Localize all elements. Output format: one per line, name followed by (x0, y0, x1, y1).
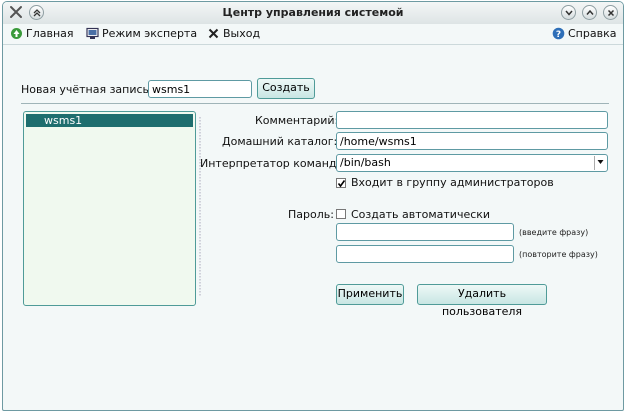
close-icon (607, 9, 615, 17)
menu-exit[interactable]: Выход (207, 27, 261, 42)
shell-value: /bin/bash (340, 156, 391, 169)
svg-text:?: ? (556, 30, 561, 40)
list-item[interactable]: wsms1 (26, 114, 193, 127)
chevron-down-icon (565, 10, 573, 16)
comment-label: Комментарий: (255, 114, 339, 127)
home-icon (11, 28, 22, 39)
title-bar: Центр управления системой (3, 2, 623, 25)
menu-exit-label: Выход (223, 27, 261, 40)
auto-create-label: Создать автоматически (351, 208, 491, 221)
chevron-up-icon (586, 9, 594, 15)
new-account-label: Новая учётная запись: (21, 83, 153, 96)
delete-user-button[interactable]: Удалить пользователя (417, 284, 547, 318)
new-account-input[interactable] (148, 80, 252, 98)
create-button[interactable]: Создать (257, 78, 315, 99)
menu-help[interactable]: ? Справка (552, 27, 616, 42)
home-dir-field[interactable] (336, 132, 608, 150)
minimize-button[interactable] (561, 5, 576, 20)
password-label: Пароль: (288, 208, 334, 221)
auto-create-checkbox[interactable] (336, 209, 346, 219)
menu-home-label: Главная (26, 27, 74, 40)
password-field[interactable] (336, 223, 514, 241)
monitor-icon (86, 27, 99, 39)
help-icon: ? (552, 27, 565, 40)
dropdown-arrow (594, 156, 606, 170)
menu-home[interactable]: Главная (10, 27, 74, 42)
menu-expert-mode[interactable]: Режим эксперта (86, 27, 198, 42)
chevron-down-icon (597, 160, 604, 164)
check-icon (337, 180, 346, 188)
exit-x-icon (208, 28, 219, 39)
menu-bar: Главная Режим эксперта Выход ? Справка (3, 24, 623, 45)
password-hint: (введите фразу) (519, 228, 589, 237)
main-window: Центр управления системой Главная Режим … (2, 1, 624, 411)
splitter-handle[interactable] (199, 117, 201, 297)
menu-expert-label: Режим эксперта (102, 27, 198, 40)
window-title: Центр управления системой (222, 6, 404, 19)
comment-field[interactable] (336, 111, 608, 129)
close-button[interactable] (603, 5, 618, 20)
home-dir-label: Домашний каталог: (222, 135, 338, 148)
user-list[interactable]: wsms1 (23, 111, 196, 306)
admin-group-label: Входит в группу администраторов (351, 176, 554, 189)
separator (21, 103, 609, 104)
shell-select[interactable]: /bin/bash (336, 154, 608, 172)
maximize-button[interactable] (582, 5, 597, 20)
menu-help-label: Справка (568, 27, 617, 40)
apply-button[interactable]: Применить (336, 284, 404, 305)
password-repeat-field[interactable] (336, 245, 514, 263)
admin-group-checkbox[interactable] (336, 178, 346, 188)
shell-label: Интерпретатор команд: (200, 157, 341, 170)
password-repeat-hint: (повторите фразу) (519, 250, 598, 259)
